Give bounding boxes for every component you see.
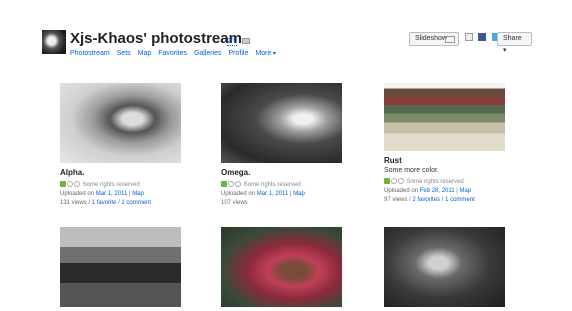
license-row: Some rights reserved bbox=[60, 181, 210, 190]
views-count: 131 views bbox=[60, 200, 87, 206]
slideshow-label: Slideshow bbox=[415, 35, 447, 42]
favorites-link[interactable]: 2 favorites bbox=[412, 197, 440, 203]
separator: / bbox=[88, 200, 91, 206]
stats-line: 107 views bbox=[221, 199, 371, 208]
mail-icon[interactable] bbox=[242, 38, 250, 44]
share-icons bbox=[465, 33, 501, 51]
nav-more[interactable]: More bbox=[255, 50, 276, 57]
photostream-header: Xjs-Khaos' photostream pro Photostream S… bbox=[42, 30, 532, 62]
photo-title[interactable]: Omega. bbox=[221, 168, 371, 178]
upload-line: Uploaded on Mar 1, 2011 | Map bbox=[60, 190, 210, 199]
slideshow-button[interactable]: Slideshow bbox=[409, 32, 459, 46]
cc-icon[interactable] bbox=[60, 181, 66, 188]
views-count: 107 views bbox=[221, 200, 248, 206]
email-share-icon[interactable] bbox=[465, 33, 473, 41]
facebook-icon[interactable] bbox=[478, 33, 487, 41]
stats-line: 131 views / 1 favorite / 1 comment bbox=[60, 199, 210, 208]
map-link[interactable]: Map bbox=[132, 191, 144, 197]
upload-date-link[interactable]: Mar 1, 2011 bbox=[96, 191, 128, 197]
attribution-icon bbox=[228, 181, 234, 188]
uploaded-prefix: Uploaded on bbox=[221, 191, 256, 197]
nav-galleries[interactable]: Galleries bbox=[194, 50, 222, 57]
upload-line: Uploaded on Mar 1, 2011 | Map bbox=[221, 190, 371, 199]
separator: / bbox=[441, 197, 444, 203]
separator: | bbox=[289, 191, 292, 197]
cc-icon[interactable] bbox=[384, 178, 390, 185]
photo-thumbnail[interactable] bbox=[221, 83, 342, 163]
attribution-icon bbox=[391, 178, 397, 185]
attribution-icon bbox=[67, 181, 73, 188]
avatar[interactable] bbox=[42, 30, 66, 54]
license-row: Some rights reserved bbox=[221, 181, 371, 190]
chevron-down-icon: ▾ bbox=[503, 47, 507, 54]
photo-thumbnail[interactable] bbox=[221, 227, 342, 307]
uploaded-prefix: Uploaded on bbox=[60, 191, 95, 197]
nav-photostream[interactable]: Photostream bbox=[70, 50, 110, 57]
photo-thumbnail[interactable] bbox=[60, 83, 181, 163]
noncommercial-icon bbox=[398, 178, 404, 185]
photo-description: Some more color. bbox=[384, 167, 439, 174]
map-link[interactable]: Map bbox=[293, 191, 305, 197]
nav-sets[interactable]: Sets bbox=[117, 50, 131, 57]
separator: | bbox=[128, 191, 131, 197]
photo-meta: Alpha. Some rights reserved Uploaded on … bbox=[60, 168, 210, 208]
license-row: Some rights reserved bbox=[384, 178, 534, 187]
photo-meta: Rust Some more color. Some rights reserv… bbox=[384, 156, 534, 205]
noncommercial-icon bbox=[235, 181, 241, 188]
subnav: Photostream Sets Map Favorites Galleries… bbox=[70, 50, 281, 57]
pro-badge[interactable]: pro bbox=[227, 37, 238, 46]
uploaded-prefix: Uploaded on bbox=[384, 188, 419, 194]
map-link[interactable]: Map bbox=[460, 188, 472, 194]
nav-profile[interactable]: Profile bbox=[229, 50, 249, 57]
photo-thumbnail[interactable] bbox=[384, 227, 505, 307]
favorites-link[interactable]: 1 favorite bbox=[92, 200, 117, 206]
page-title: Xjs-Khaos' photostream bbox=[70, 30, 242, 47]
separator: / bbox=[409, 197, 411, 203]
photo-thumbnail[interactable] bbox=[384, 83, 505, 151]
share-label: Share bbox=[503, 35, 522, 42]
rights-text[interactable]: Some rights reserved bbox=[244, 182, 301, 188]
share-button[interactable]: Share ▾ bbox=[497, 32, 532, 54]
nav-favorites[interactable]: Favorites bbox=[158, 50, 187, 57]
photo-title[interactable]: Alpha. bbox=[60, 168, 210, 178]
comments-link[interactable]: 1 comment bbox=[121, 200, 151, 206]
upload-line: Uploaded on Feb 28, 2011 | Map bbox=[384, 187, 534, 196]
views-count: 97 views bbox=[384, 197, 408, 203]
noncommercial-icon bbox=[74, 181, 80, 188]
nav-map[interactable]: Map bbox=[138, 50, 152, 57]
upload-date-link[interactable]: Mar 1, 2011 bbox=[257, 191, 289, 197]
photo-meta: Omega. Some rights reserved Uploaded on … bbox=[221, 168, 371, 208]
cc-icon[interactable] bbox=[221, 181, 227, 188]
comments-link[interactable]: 1 comment bbox=[445, 197, 475, 203]
photo-title[interactable]: Rust bbox=[384, 156, 534, 166]
rights-text[interactable]: Some rights reserved bbox=[83, 182, 140, 188]
stats-line: 97 views / 2 favorites / 1 comment bbox=[384, 196, 534, 205]
rights-text[interactable]: Some rights reserved bbox=[407, 179, 464, 185]
slideshow-screen-icon bbox=[445, 36, 455, 43]
separator: / bbox=[118, 200, 120, 206]
photo-thumbnail[interactable] bbox=[60, 227, 181, 307]
separator: | bbox=[456, 188, 458, 194]
upload-date-link[interactable]: Feb 28, 2011 bbox=[420, 188, 455, 194]
